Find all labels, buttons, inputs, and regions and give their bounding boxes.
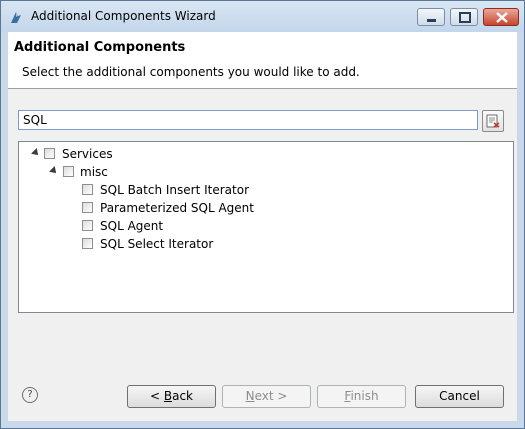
- misc-checkbox[interactable]: [63, 166, 74, 177]
- finish-label-rest: inish: [350, 389, 379, 403]
- minimize-button[interactable]: [417, 8, 445, 26]
- page-title: Additional Components: [14, 40, 186, 55]
- next-button[interactable]: Next >: [222, 385, 311, 408]
- finish-button[interactable]: Finish: [317, 385, 406, 408]
- back-prefix: <: [149, 389, 164, 403]
- component-checkbox[interactable]: [82, 238, 93, 249]
- tree-node-misc[interactable]: misc: [19, 163, 509, 181]
- component-label: SQL Select Iterator: [100, 237, 214, 251]
- title-bar[interactable]: Additional Components Wizard: [1, 1, 524, 32]
- component-checkbox[interactable]: [82, 202, 93, 213]
- tree-leaf-item[interactable]: SQL Agent: [19, 217, 509, 235]
- maximize-button[interactable]: [450, 8, 478, 26]
- app-icon: [9, 10, 23, 24]
- window-title: Additional Components Wizard: [31, 9, 216, 23]
- page-description: Select the additional components you wou…: [22, 65, 360, 79]
- component-checkbox[interactable]: [82, 184, 93, 195]
- next-mnemonic: N: [245, 389, 255, 403]
- services-checkbox[interactable]: [44, 148, 55, 159]
- clear-filter-icon: [486, 114, 500, 128]
- next-label-rest: ext >: [254, 389, 288, 403]
- wizard-header: Additional Components Select the additio…: [8, 32, 517, 86]
- cancel-button[interactable]: Cancel: [415, 385, 504, 408]
- component-label: Parameterized SQL Agent: [100, 201, 254, 215]
- wizard-body: Services misc SQL Batch Insert Iterator …: [8, 89, 517, 421]
- component-checkbox[interactable]: [82, 220, 93, 231]
- components-tree[interactable]: Services misc SQL Batch Insert Iterator …: [18, 141, 514, 313]
- close-button[interactable]: [483, 8, 519, 26]
- back-label-rest: ack: [172, 389, 193, 403]
- tree-node-label: misc: [80, 165, 108, 179]
- tree-leaf-item[interactable]: SQL Batch Insert Iterator: [19, 181, 509, 199]
- clear-search-button[interactable]: [482, 110, 504, 132]
- help-icon[interactable]: ?: [22, 387, 38, 403]
- wizard-window: Additional Components Wizard Additional …: [0, 0, 525, 429]
- component-label: SQL Agent: [100, 219, 164, 233]
- expand-arrow-icon[interactable]: [31, 148, 41, 158]
- tree-node-services[interactable]: Services: [19, 145, 509, 163]
- back-mnemonic: B: [163, 389, 173, 403]
- tree-leaf-item[interactable]: Parameterized SQL Agent: [19, 199, 509, 217]
- tree-node-label: Services: [62, 147, 113, 161]
- search-input[interactable]: [18, 110, 478, 130]
- wizard-content: Additional Components Select the additio…: [8, 32, 517, 421]
- expand-arrow-icon[interactable]: [49, 166, 59, 176]
- back-button[interactable]: < Back: [127, 385, 216, 408]
- tree-leaf-item[interactable]: SQL Select Iterator: [19, 235, 509, 253]
- component-label: SQL Batch Insert Iterator: [100, 183, 249, 197]
